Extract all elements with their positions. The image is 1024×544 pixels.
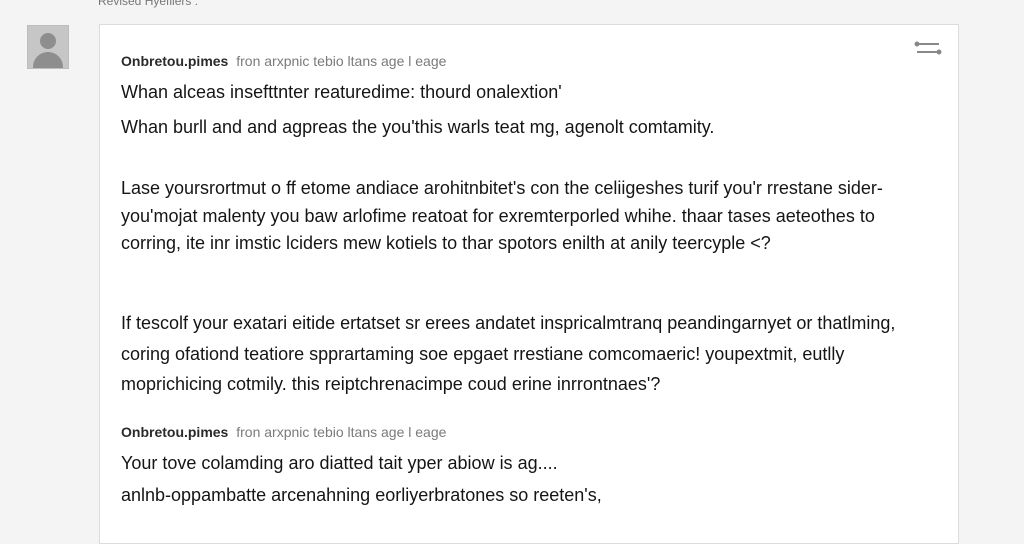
- message-line: Whan burll and and agpreas the you'this …: [121, 117, 715, 137]
- expand-icon[interactable]: [914, 37, 942, 59]
- message-meta: fron arxpnic tebio ltans age l eage: [236, 424, 447, 440]
- message-header: Onbretou.pimes fron arxpnic tebio ltans …: [121, 424, 446, 440]
- message-line: If tescolf your exatari eitide ertatset …: [121, 313, 896, 333]
- user-avatar-icon[interactable]: [27, 25, 69, 69]
- message-line: corring, ite inr imstic lciders mew koti…: [121, 233, 771, 253]
- message-line: anlnb-oppambatte arcenahning eorliyerbra…: [121, 485, 602, 505]
- message-line: moprichicing cotmily. this reiptchrenaci…: [121, 374, 661, 394]
- message-card: Onbretou.pimes fron arxpnic tebio ltans …: [99, 24, 959, 544]
- message-author[interactable]: Onbretou.pimes: [121, 53, 228, 69]
- message-header: Onbretou.pimes fron arxpnic tebio ltans …: [121, 53, 446, 69]
- section-label: Revised Hyefliers :: [98, 0, 199, 8]
- message-line: Whan alceas insefttnter reaturedime: tho…: [121, 82, 562, 102]
- message-line: coring ofationd teatiore spprartaming so…: [121, 344, 845, 364]
- message-line: Lase yoursrortmut o ff etome andiace aro…: [121, 178, 883, 198]
- message-line: Your tove colamding aro diatted tait ype…: [121, 453, 558, 473]
- message-meta: fron arxpnic tebio ltans age l eage: [236, 53, 447, 69]
- message-author[interactable]: Onbretou.pimes: [121, 424, 228, 440]
- message-line: you'mojat malenty you baw arlofime reato…: [121, 206, 875, 226]
